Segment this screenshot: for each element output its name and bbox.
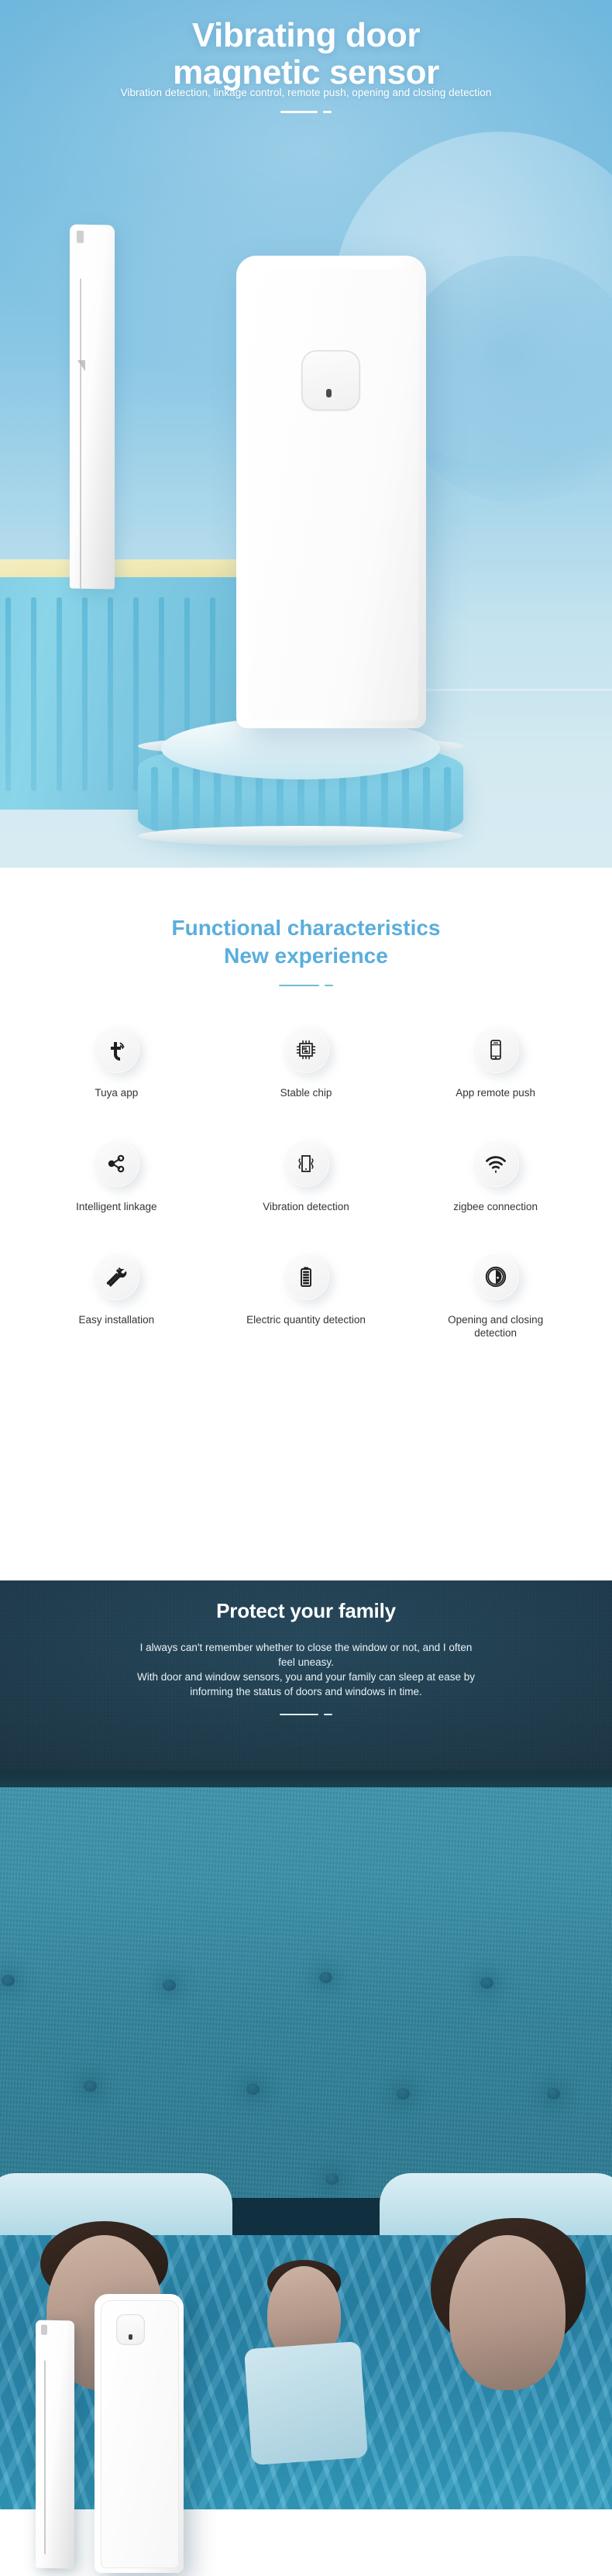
protect-paragraph: I always can't remember whether to close… bbox=[0, 1640, 612, 1700]
share-network-icon bbox=[93, 1140, 140, 1187]
protect-family-section: Protect your family I always can't remem… bbox=[0, 1580, 612, 1770]
feature-label: Intelligent linkage bbox=[76, 1200, 157, 1212]
hero-divider bbox=[0, 111, 612, 113]
hero-sensor-main-face bbox=[249, 268, 418, 721]
page-title: Vibrating door magnetic sensor bbox=[0, 17, 612, 91]
feature-item: Intelligent linkage bbox=[22, 1140, 211, 1213]
feature-item: Vibration detection bbox=[211, 1140, 401, 1213]
protect-paragraph-line-2: feel uneasy. bbox=[278, 1656, 334, 1669]
photo-bottom-white-strip bbox=[0, 2509, 612, 2576]
feature-label: App remote push bbox=[456, 1087, 536, 1099]
protect-paragraph-line-4: informing the status of doors and window… bbox=[190, 1686, 422, 1698]
overlay-sensor-magnet-piece bbox=[36, 2320, 74, 2569]
overlay-sensor-led bbox=[129, 2334, 132, 2340]
product-landing-page: Vibrating door magnetic sensor Vibration… bbox=[0, 0, 612, 2576]
features-section: Functional characteristics New experienc… bbox=[0, 868, 612, 1580]
feature-label: zigbee connection bbox=[453, 1200, 538, 1212]
hero-subtitle: Vibration detection, linkage control, re… bbox=[120, 87, 492, 98]
hero-sensor-button bbox=[301, 350, 360, 411]
hero-section: Vibrating door magnetic sensor Vibration… bbox=[0, 0, 612, 868]
phone-push-icon bbox=[472, 1027, 519, 1074]
feature-item: Opening and closing detection bbox=[401, 1253, 590, 1340]
tuya-app-icon bbox=[93, 1027, 140, 1074]
person-mother bbox=[449, 2235, 566, 2390]
hero-sensor-magnet-marker bbox=[77, 360, 85, 371]
bedroom-lifestyle-photo bbox=[0, 1770, 612, 2576]
features-heading-line-2: New experience bbox=[224, 944, 388, 968]
feature-item: zigbee connection bbox=[401, 1140, 590, 1213]
bed-headboard bbox=[0, 1787, 612, 2198]
feature-item: Stable chip bbox=[211, 1027, 401, 1099]
protect-paragraph-line-1: I always can't remember whether to close… bbox=[139, 1642, 473, 1653]
door-open-close-icon bbox=[472, 1253, 519, 1300]
hero-sensor-main-body bbox=[236, 256, 426, 728]
hero-sensor-magnet-piece bbox=[70, 224, 115, 590]
protect-paragraph-line-3: With door and window sensors, you and yo… bbox=[137, 1671, 475, 1684]
headboard-tufts bbox=[0, 1787, 612, 2198]
feature-label: Electric quantity detection bbox=[246, 1313, 366, 1326]
hero-title-line-1: Vibrating door bbox=[191, 16, 421, 54]
feature-label: Opening and closing detection bbox=[448, 1313, 544, 1340]
feature-item: Electric quantity detection bbox=[211, 1253, 401, 1340]
feature-item: Tuya app bbox=[22, 1027, 211, 1099]
vibration-icon bbox=[282, 1140, 329, 1187]
features-divider bbox=[0, 984, 612, 987]
child-blanket bbox=[243, 2340, 369, 2466]
feature-label: Tuya app bbox=[95, 1087, 139, 1099]
wifi-icon bbox=[472, 1140, 519, 1187]
battery-icon bbox=[282, 1253, 329, 1300]
chip-icon bbox=[282, 1027, 329, 1074]
protect-title: Protect your family bbox=[216, 1599, 396, 1622]
hero-sensor-led bbox=[326, 389, 332, 397]
features-heading: Functional characteristics New experienc… bbox=[0, 914, 612, 971]
feature-label: Easy installation bbox=[78, 1313, 155, 1326]
features-grid: Tuya app Stable chip App remote push Int… bbox=[0, 1027, 612, 1340]
feature-item: Easy installation bbox=[22, 1253, 211, 1340]
features-heading-line-1: Functional characteristics bbox=[171, 916, 441, 940]
feature-item: App remote push bbox=[401, 1027, 590, 1099]
overlay-sensor-main-body bbox=[95, 2294, 184, 2573]
feature-label: Stable chip bbox=[280, 1087, 332, 1099]
feature-label: Vibration detection bbox=[263, 1200, 349, 1212]
screwdriver-wrench-icon bbox=[93, 1253, 140, 1300]
hero-podium-ring-bottom bbox=[138, 826, 463, 846]
hero-title-line-2: magnetic sensor bbox=[173, 53, 439, 91]
protect-divider bbox=[0, 1713, 612, 1716]
overlay-sensor-button bbox=[116, 2314, 145, 2345]
